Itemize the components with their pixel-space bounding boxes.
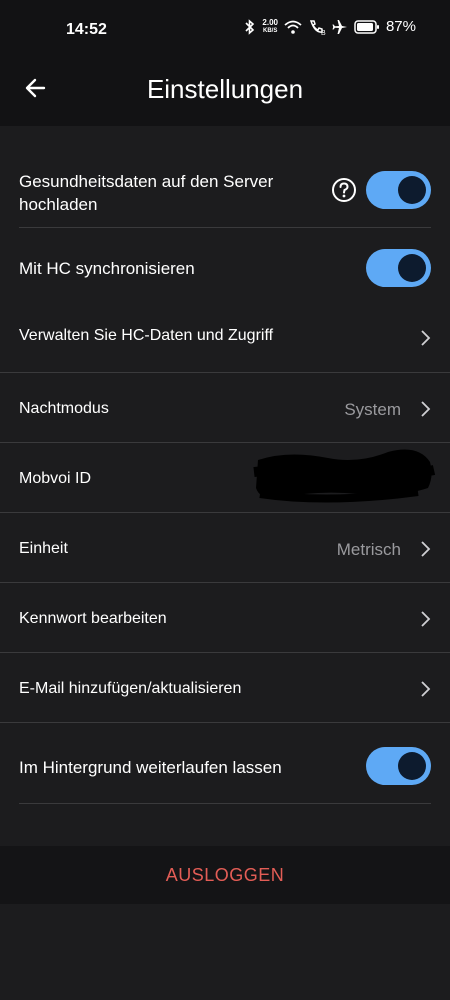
chevron-right-icon <box>421 401 431 417</box>
unit-value: Metrisch <box>336 540 401 559</box>
chevron-right-icon <box>421 681 431 697</box>
network-speed: 2.00 KB/S <box>262 17 278 35</box>
upload-health-toggle[interactable] <box>366 171 431 209</box>
battery-icon <box>354 19 379 34</box>
manage-hc-row[interactable]: Verwalten Sie HC-Daten und Zugriff <box>0 304 450 372</box>
status-bar: 14:52 2.00 KB/S B 87% <box>0 0 450 60</box>
sync-hc-toggle[interactable] <box>366 249 431 287</box>
unit-label: Einheit <box>19 540 68 557</box>
bluetooth-icon <box>245 18 255 35</box>
background-run-toggle[interactable] <box>366 747 431 785</box>
page-title: Einstellungen <box>146 74 304 104</box>
help-icon[interactable] <box>331 177 357 203</box>
redacted-scribble <box>253 449 436 503</box>
wifi-icon <box>284 20 302 34</box>
toggle-knob <box>398 176 426 204</box>
airplane-mode-icon <box>332 19 347 34</box>
network-speed-value: 2.00 <box>262 17 278 27</box>
svg-text:B: B <box>321 30 326 35</box>
status-time: 14:52 <box>66 21 107 38</box>
toggle-knob <box>398 752 426 780</box>
night-mode-row[interactable]: Nachtmodus System <box>0 373 450 442</box>
divider <box>19 803 431 804</box>
background-run-label: Im Hintergrund weiterlaufen lassen <box>19 758 282 777</box>
email-label: E-Mail hinzufügen/aktualisieren <box>19 680 242 697</box>
night-mode-value: System <box>344 400 401 419</box>
status-icons: 2.00 KB/S B 87% <box>244 18 416 35</box>
network-speed-unit: KB/S <box>263 27 278 34</box>
sync-hc-label: Mit HC synchronisieren <box>19 259 195 278</box>
logout-button[interactable]: AUSLOGGEN <box>0 846 450 904</box>
password-label: Kennwort bearbeiten <box>19 610 167 627</box>
chevron-right-icon <box>421 611 431 627</box>
app-bar: Einstellungen <box>0 60 450 126</box>
toggle-knob <box>398 254 426 282</box>
chevron-right-icon <box>421 330 431 346</box>
background-run-row: Im Hintergrund weiterlaufen lassen <box>0 723 450 803</box>
battery-percent: 87% <box>385 18 416 35</box>
password-row[interactable]: Kennwort bearbeiten <box>0 583 450 652</box>
manage-hc-label: Verwalten Sie HC-Daten und Zugriff <box>19 327 274 344</box>
unit-row[interactable]: Einheit Metrisch <box>0 513 450 582</box>
sync-hc-row: Mit HC synchronisieren <box>0 228 450 308</box>
email-row[interactable]: E-Mail hinzufügen/aktualisieren <box>0 653 450 722</box>
upload-health-label: Gesundheitsdaten auf den Server hochlade… <box>19 172 274 214</box>
night-mode-label: Nachtmodus <box>19 400 109 417</box>
mobvoi-id-label: Mobvoi ID <box>19 470 92 487</box>
call-icon: B <box>309 19 326 35</box>
upload-health-row: Gesundheitsdaten auf den Server hochlade… <box>0 166 450 226</box>
chevron-right-icon <box>421 541 431 557</box>
logout-label: AUSLOGGEN <box>165 865 285 885</box>
